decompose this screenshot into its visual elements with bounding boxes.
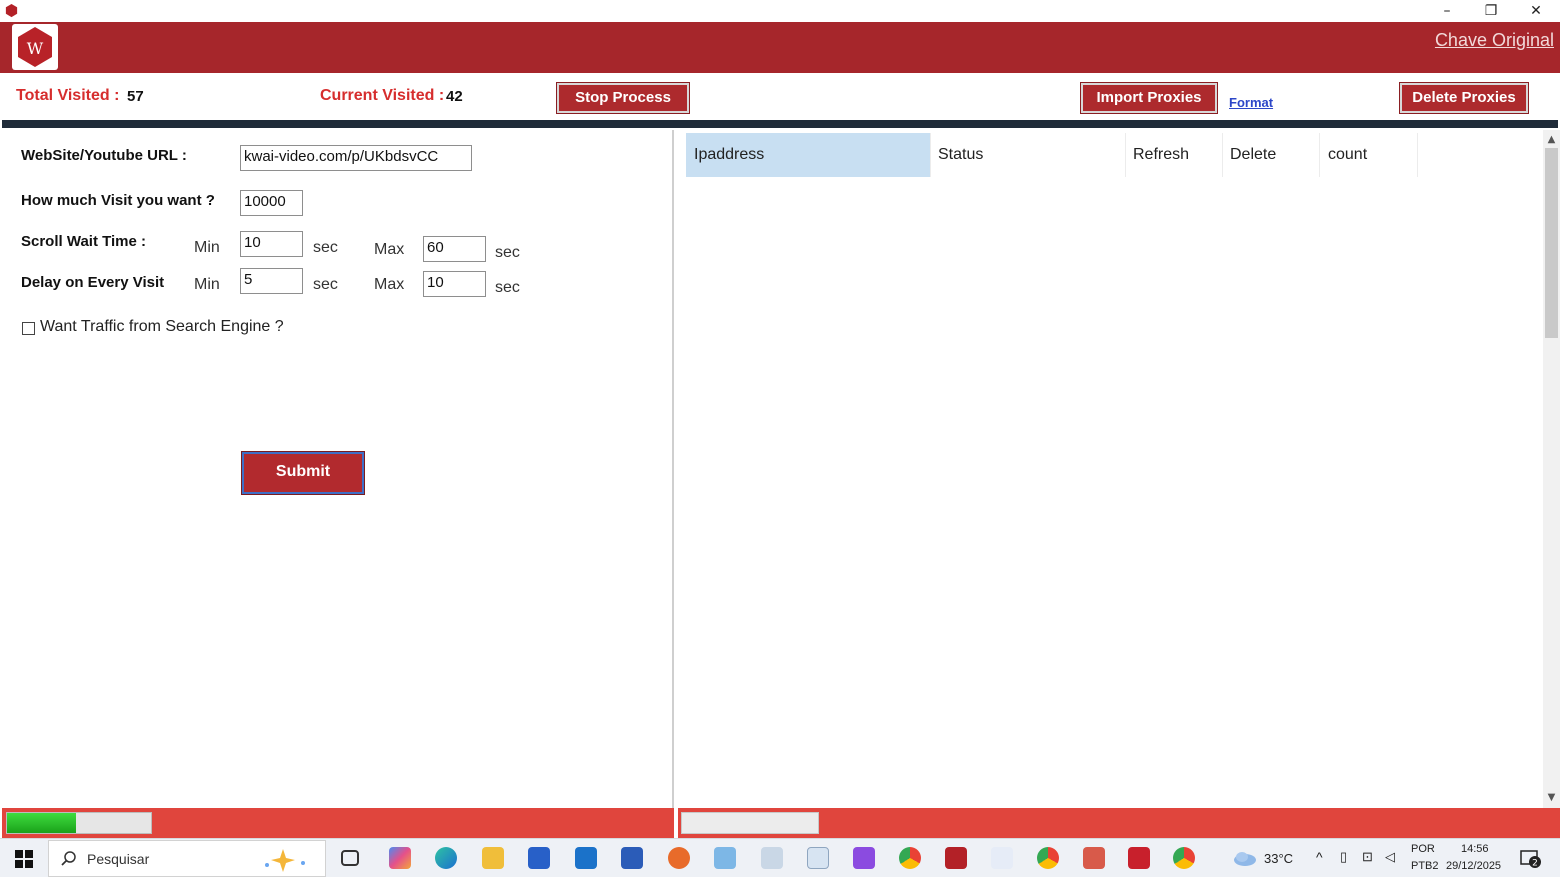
visits-input[interactable]: 10000: [240, 190, 303, 216]
stop-process-button[interactable]: Stop Process: [556, 82, 690, 114]
chrome-icon[interactable]: [1173, 847, 1195, 869]
language-top[interactable]: POR: [1411, 843, 1435, 855]
progress-fill: [7, 813, 77, 833]
delay-min-label: Min: [194, 276, 220, 293]
delay-max-label: Max: [374, 276, 405, 293]
search-placeholder: Pesquisar: [87, 851, 150, 867]
clock-time[interactable]: 14:56: [1461, 843, 1489, 855]
tray-chevron-icon[interactable]: ^: [1316, 849, 1323, 865]
window-title-bar: – ❐ ✕: [0, 0, 1560, 22]
logo-icon: W: [18, 27, 52, 67]
url-label: WebSite/Youtube URL :: [21, 147, 187, 164]
language-bottom[interactable]: PTB2: [1411, 860, 1439, 872]
battery-icon[interactable]: ▯: [1340, 849, 1347, 865]
edge-icon[interactable]: [435, 847, 457, 869]
visits-label: How much Visit you want ?: [21, 192, 215, 209]
column-header-refresh[interactable]: Refresh: [1125, 133, 1223, 177]
app-header: W Chave Original: [0, 22, 1560, 73]
taskbar-search-box[interactable]: Pesquisar: [48, 840, 326, 877]
copilot-icon[interactable]: [389, 847, 411, 869]
search-engine-label: Want Traffic from Search Engine ?: [40, 318, 284, 335]
scroll-max-unit: sec: [495, 244, 520, 261]
submit-button[interactable]: Submit: [241, 451, 365, 495]
column-header-ipaddress[interactable]: Ipaddress: [686, 133, 931, 177]
grid-horizontal-scrollbar[interactable]: [681, 812, 819, 834]
notepad-icon[interactable]: [714, 847, 736, 869]
weather-temp[interactable]: 33°C: [1264, 851, 1293, 866]
clock-date[interactable]: 29/12/2025: [1446, 860, 1501, 872]
file-explorer-icon[interactable]: [482, 847, 504, 869]
settings-panel: WebSite/Youtube URL : kwai-video.com/p/U…: [2, 130, 674, 808]
windows-start-icon[interactable]: [15, 850, 33, 868]
total-visited-value: 57: [127, 88, 144, 105]
maximize-button[interactable]: ❐: [1469, 0, 1513, 22]
delay-max-unit: sec: [495, 279, 520, 296]
progress-bar: [6, 812, 152, 834]
app-icon: [5, 3, 18, 18]
scrollbar-thumb[interactable]: [1545, 148, 1558, 338]
network-icon[interactable]: ⊡: [1362, 849, 1373, 865]
minimize-button[interactable]: –: [1425, 0, 1469, 22]
window-app-icon[interactable]: [807, 847, 829, 869]
purple-app-icon[interactable]: [853, 847, 875, 869]
scroll-up-icon[interactable]: ▲: [1543, 132, 1560, 148]
red-app-icon[interactable]: [1128, 847, 1150, 869]
notification-icon[interactable]: 2: [1520, 850, 1542, 868]
chrome-profile-icon[interactable]: [899, 847, 921, 869]
app-logo: W: [12, 24, 58, 70]
windows-taskbar: Pesquisar 33°C ^ ▯ ⊡ ◁ POR PTB2 14:56 29…: [0, 838, 1560, 877]
task-view-icon[interactable]: [341, 850, 359, 866]
svg-text:2: 2: [1532, 859, 1538, 869]
app-orange-icon[interactable]: [668, 847, 690, 869]
delay-max-input[interactable]: 10: [423, 271, 486, 297]
status-strip-right: [678, 808, 1560, 838]
stats-bar: Total Visited : 57 Current Visited : 42 …: [0, 73, 1560, 121]
chrome-icon-2[interactable]: [1037, 847, 1059, 869]
weather-cloud-icon: [1234, 852, 1256, 866]
column-header-status[interactable]: Status: [930, 133, 1126, 177]
chave-original-link[interactable]: Chave Original: [1435, 30, 1554, 51]
volume-icon[interactable]: ◁: [1385, 849, 1395, 865]
total-visited-label: Total Visited :: [16, 87, 120, 104]
scroll-wait-label: Scroll Wait Time :: [21, 233, 147, 250]
column-header-delete[interactable]: Delete: [1222, 133, 1320, 177]
current-visited-label: Current Visited :: [320, 87, 445, 104]
status-strip-left: [2, 808, 674, 838]
tool-icon[interactable]: [1083, 847, 1105, 869]
paint-icon[interactable]: [761, 847, 783, 869]
delete-proxies-button[interactable]: Delete Proxies: [1399, 82, 1529, 114]
url-input[interactable]: kwai-video.com/p/UKbdsvCC: [240, 145, 472, 171]
current-visited-value: 42: [446, 88, 463, 105]
proxy-grid: Ipaddress Status Refresh Delete count ▲ …: [678, 130, 1560, 808]
scroll-min-label: Min: [194, 239, 220, 256]
sparkle-icon: [265, 849, 305, 872]
scroll-min-unit: sec: [313, 239, 338, 256]
search-icon: [61, 851, 76, 866]
grid-vertical-scrollbar[interactable]: ▲ ▼: [1543, 130, 1560, 808]
close-button[interactable]: ✕: [1514, 0, 1558, 22]
word-icon[interactable]: [621, 847, 643, 869]
delay-label: Delay on Every Visit: [21, 274, 165, 291]
scroll-min-input[interactable]: 10: [240, 231, 303, 257]
search-engine-checkbox[interactable]: [22, 322, 35, 335]
svg-text:W: W: [27, 39, 44, 58]
separator-bar: [2, 120, 1558, 128]
traffic-app-icon[interactable]: [945, 847, 967, 869]
scroll-max-label: Max: [374, 241, 405, 258]
import-proxies-button[interactable]: Import Proxies: [1080, 82, 1218, 114]
delay-min-unit: sec: [313, 276, 338, 293]
scroll-max-input[interactable]: 60: [423, 236, 486, 262]
delay-min-input[interactable]: 5: [240, 268, 303, 294]
format-link[interactable]: Format: [1229, 95, 1273, 110]
scroll-down-icon[interactable]: ▼: [1543, 790, 1560, 806]
column-header-count[interactable]: count: [1320, 133, 1418, 177]
store-icon[interactable]: [528, 847, 550, 869]
outlook-icon[interactable]: [575, 847, 597, 869]
messenger-icon[interactable]: [991, 847, 1013, 869]
